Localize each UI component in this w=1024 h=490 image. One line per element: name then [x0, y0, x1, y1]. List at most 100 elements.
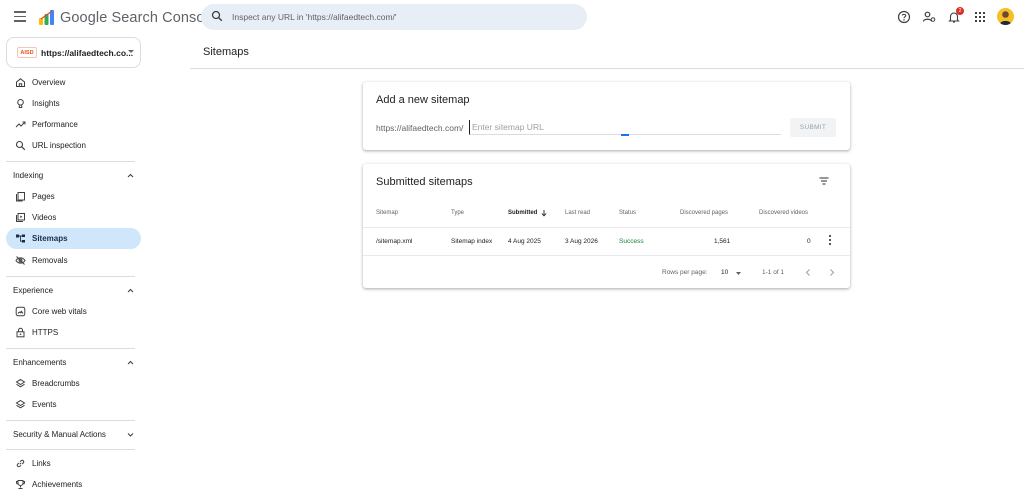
sidebar-divider	[6, 420, 135, 421]
sidebar-item-removals[interactable]: Removals	[6, 250, 141, 271]
section-title: Indexing	[13, 171, 44, 180]
search-icon	[15, 140, 26, 151]
property-name: https://alifaedtech.co...	[41, 48, 134, 58]
property-selector[interactable]: AISD https://alifaedtech.co...	[6, 37, 141, 68]
sidebar-item-core-web-vitals[interactable]: Core web vitals	[6, 301, 141, 322]
sidebar-item-pages[interactable]: Pages	[6, 186, 141, 207]
column-header-submitted[interactable]: Submitted	[508, 210, 537, 216]
sidebar-item-label: Core web vitals	[32, 307, 87, 316]
video-icon	[16, 213, 25, 222]
help-icon[interactable]	[896, 9, 912, 25]
pages-icon	[16, 192, 25, 202]
cell-discovered-pages: 1,561	[714, 238, 731, 245]
sidebar-item-links[interactable]: Links	[6, 453, 141, 474]
section-header-indexing[interactable]: Indexing	[6, 165, 141, 186]
section-header-experience[interactable]: Experience	[6, 280, 141, 301]
sidebar-item-label: Removals	[32, 256, 68, 265]
cell-status: Success	[619, 238, 644, 245]
sidebar-item-label: Overview	[32, 78, 66, 87]
section-header-security[interactable]: Security & Manual Actions	[6, 424, 141, 445]
menu-icon[interactable]	[14, 11, 26, 22]
sidebar-item-insights[interactable]: Insights	[6, 93, 141, 114]
add-sitemap-title: Add a new sitemap	[376, 94, 470, 106]
chevron-up-icon	[127, 360, 134, 365]
sidebar-item-sitemaps[interactable]: Sitemaps	[6, 228, 141, 249]
column-header-sitemap[interactable]: Sitemap	[376, 210, 398, 216]
layers-icon	[15, 399, 26, 409]
section-title: Security & Manual Actions	[13, 430, 106, 439]
section-title: Experience	[13, 286, 54, 295]
input-focus-indicator	[621, 134, 629, 136]
submitted-sitemaps-card: Submitted sitemaps Sitemap Type Submitte…	[363, 164, 850, 288]
sidebar-item-breadcrumbs[interactable]: Breadcrumbs	[6, 373, 141, 394]
sidebar-item-https[interactable]: HTTPS	[6, 322, 141, 343]
sidebar-item-label: Achievements	[32, 480, 83, 489]
sidebar-item-label: Sitemaps	[32, 234, 68, 243]
apps-grid-icon[interactable]	[972, 9, 988, 25]
speed-icon	[15, 306, 26, 317]
link-icon	[16, 459, 25, 468]
sidebar-item-label: Breadcrumbs	[32, 379, 80, 388]
property-badge: AISD	[17, 47, 37, 58]
caret-down-icon	[128, 50, 134, 53]
cell-discovered-videos: 0	[807, 238, 811, 245]
sidebar-item-url-inspection[interactable]: URL inspection	[6, 135, 141, 156]
sidebar-divider	[6, 161, 135, 162]
home-icon	[16, 78, 25, 87]
column-header-last-read[interactable]: Last read	[565, 210, 590, 216]
cell-last-read: 3 Aug 2026	[565, 238, 598, 245]
sitemap-url-input[interactable]	[469, 120, 781, 135]
sidebar-item-overview[interactable]: Overview	[6, 72, 141, 93]
sidebar-item-label: Videos	[32, 213, 57, 222]
notification-count-badge: 2	[956, 7, 964, 15]
sidebar-divider	[6, 449, 135, 450]
previous-page-icon[interactable]	[804, 268, 812, 277]
section-header-enhancements[interactable]: Enhancements	[6, 352, 141, 373]
column-header-type[interactable]: Type	[451, 210, 464, 216]
column-header-status[interactable]: Status	[619, 210, 636, 216]
cell-submitted: 4 Aug 2025	[508, 238, 541, 245]
trending-up-icon	[15, 121, 26, 128]
sidebar-item-videos[interactable]: Videos	[6, 207, 141, 228]
app-title[interactable]: Google Search Console	[60, 10, 216, 26]
add-sitemap-card: Add a new sitemap https://alifaedtech.co…	[363, 82, 850, 150]
sidebar-item-label: Events	[32, 400, 57, 409]
sidebar-item-label: HTTPS	[32, 328, 59, 337]
sidebar-divider	[6, 348, 135, 349]
column-header-discovered-pages[interactable]: Discovered pages	[680, 210, 728, 216]
chevron-up-icon	[127, 288, 134, 293]
section-title: Enhancements	[13, 358, 67, 367]
sitemap-icon	[16, 234, 25, 243]
rows-per-page-label: Rows per page:	[662, 269, 708, 276]
search-input[interactable]	[232, 9, 572, 25]
sidebar-item-label: URL inspection	[32, 141, 86, 150]
rows-per-page-select[interactable]: 10	[721, 269, 728, 276]
sidebar-item-achievements[interactable]: Achievements	[6, 474, 141, 490]
cell-type: Sitemap index	[451, 238, 493, 245]
search-console-logo-icon	[39, 10, 54, 25]
layers-icon	[15, 378, 26, 388]
sidebar-item-performance[interactable]: Performance	[6, 114, 141, 135]
next-page-icon[interactable]	[828, 268, 836, 277]
sidebar-item-label: Pages	[32, 192, 55, 201]
filter-icon[interactable]	[818, 175, 830, 187]
insights-icon	[17, 99, 24, 108]
top-bar: Google Search Console 2	[0, 0, 1024, 36]
table-divider	[363, 255, 850, 256]
removals-icon	[15, 256, 26, 265]
account-avatar[interactable]	[997, 8, 1014, 25]
sidebar-item-label: Links	[32, 459, 51, 468]
url-inspection-search[interactable]	[201, 4, 587, 30]
caret-down-icon[interactable]	[735, 270, 742, 277]
sort-descending-icon[interactable]	[540, 209, 548, 217]
column-header-discovered-videos[interactable]: Discovered videos	[759, 210, 808, 216]
page-title: Sitemaps	[203, 46, 249, 58]
lock-icon	[16, 327, 25, 338]
row-more-options-icon[interactable]	[828, 235, 832, 247]
sidebar-item-label: Performance	[32, 120, 78, 129]
sidebar-item-events[interactable]: Events	[6, 394, 141, 415]
manage-users-icon[interactable]	[921, 9, 937, 25]
submit-button[interactable]: SUBMIT	[790, 118, 836, 137]
avatar-portrait-icon	[999, 11, 1012, 25]
sidebar-divider	[6, 276, 135, 277]
